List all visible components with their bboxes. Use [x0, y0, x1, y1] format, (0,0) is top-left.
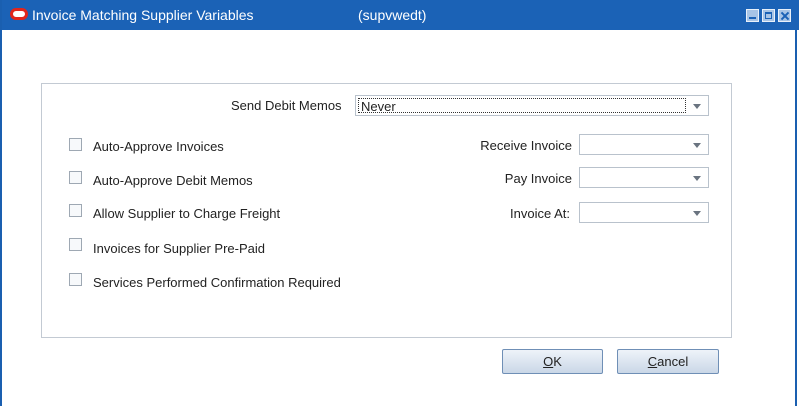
- chevron-down-icon[interactable]: [688, 169, 705, 186]
- supplier-pre-paid-label: Invoices for Supplier Pre-Paid: [93, 241, 265, 256]
- ok-button[interactable]: OK: [502, 349, 603, 374]
- receive-invoice-label: Receive Invoice: [480, 138, 572, 153]
- supplier-pre-paid-checkbox[interactable]: [69, 238, 82, 251]
- send-debit-memos-select[interactable]: Never: [355, 95, 709, 116]
- pay-invoice-label: Pay Invoice: [504, 171, 572, 186]
- cancel-button[interactable]: Cancel: [617, 349, 719, 374]
- maximize-icon[interactable]: [762, 9, 775, 22]
- chevron-down-icon[interactable]: [688, 136, 705, 153]
- auto-approve-debit-memos-checkbox[interactable]: [69, 171, 82, 184]
- auto-approve-invoices-checkbox[interactable]: [69, 138, 82, 151]
- receive-invoice-select[interactable]: [579, 134, 709, 155]
- services-confirmation-checkbox[interactable]: [69, 273, 82, 286]
- minimize-icon[interactable]: [746, 9, 759, 22]
- close-icon[interactable]: [778, 9, 791, 22]
- chevron-down-icon[interactable]: [688, 204, 705, 221]
- chevron-down-icon[interactable]: [688, 97, 705, 114]
- allow-charge-freight-checkbox[interactable]: [69, 204, 82, 217]
- auto-approve-invoices-label: Auto-Approve Invoices: [93, 139, 224, 154]
- window-title: Invoice Matching Supplier Variables: [32, 7, 254, 23]
- oracle-logo-icon: [10, 8, 28, 20]
- services-confirmation-label: Services Performed Confirmation Required: [93, 275, 341, 290]
- cancel-mnemonic: C: [647, 354, 658, 369]
- title-bar[interactable]: Invoice Matching Supplier Variables (sup…: [2, 0, 799, 30]
- ok-mnemonic: O: [543, 354, 554, 369]
- invoice-at-select[interactable]: [579, 202, 709, 223]
- cancel-label-rest: ancel: [657, 354, 689, 369]
- auto-approve-debit-memos-label: Auto-Approve Debit Memos: [93, 173, 253, 188]
- invoice-at-label: Invoice At:: [510, 206, 570, 221]
- pay-invoice-select[interactable]: [579, 167, 709, 188]
- allow-charge-freight-label: Allow Supplier to Charge Freight: [93, 206, 281, 221]
- ok-label-rest: K: [553, 354, 562, 369]
- window-code: (supvwedt): [358, 7, 427, 23]
- send-debit-memos-label: Send Debit Memos: [231, 98, 342, 113]
- send-debit-memos-value: Never: [358, 98, 686, 114]
- dialog-window: Invoice Matching Supplier Variables (sup…: [0, 0, 799, 406]
